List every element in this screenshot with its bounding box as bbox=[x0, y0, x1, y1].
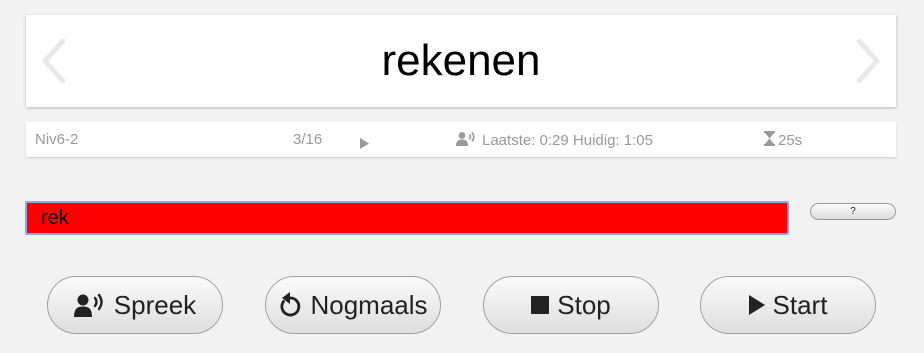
start-button[interactable]: Start bbox=[700, 276, 876, 334]
play-icon bbox=[748, 295, 765, 315]
stop-button[interactable]: Stop bbox=[483, 276, 659, 334]
nogmaals-button[interactable]: Nogmaals bbox=[265, 276, 441, 334]
start-label: Start bbox=[772, 289, 828, 320]
level-label: Niv6-2 bbox=[35, 131, 79, 148]
hourglass-icon bbox=[764, 131, 775, 150]
current-word: rekenen bbox=[381, 36, 541, 85]
info-bar: Niv6-2 3/16 Laatste: 0:29 Huidig: 1:05 2… bbox=[26, 122, 896, 157]
word-card: rekenen bbox=[26, 15, 896, 107]
help-button[interactable]: ? bbox=[810, 203, 896, 220]
nogmaals-label: Nogmaals bbox=[310, 289, 428, 320]
speaker-icon bbox=[73, 293, 106, 317]
stop-label: Stop bbox=[557, 289, 611, 320]
chevron-left-icon[interactable] bbox=[36, 36, 72, 86]
spreek-label: Spreek bbox=[113, 289, 197, 320]
spreek-button[interactable]: Spreek bbox=[47, 276, 223, 334]
answer-input[interactable] bbox=[25, 201, 789, 235]
timer-text: 25s bbox=[778, 132, 803, 149]
chevron-right-icon[interactable] bbox=[850, 36, 886, 86]
timer: 25s bbox=[764, 131, 802, 150]
stop-icon bbox=[531, 296, 550, 314]
replay-icon bbox=[278, 292, 302, 318]
speaker-icon bbox=[456, 131, 476, 150]
timing-text: Laatste: 0:29 Huidig: 1:05 bbox=[482, 132, 653, 149]
progress-counter: 3/16 bbox=[293, 131, 323, 148]
timing-info: Laatste: 0:29 Huidig: 1:05 bbox=[456, 131, 653, 150]
play-small-icon[interactable] bbox=[359, 136, 369, 153]
